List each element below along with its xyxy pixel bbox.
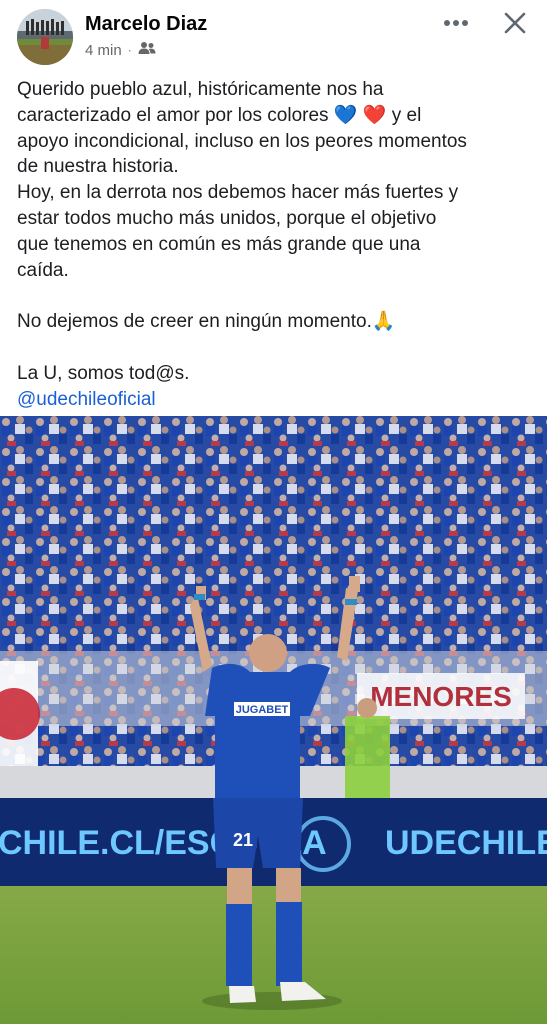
ad-board-right-text: UDECHILE.CL/ — [385, 824, 547, 862]
text-span: No dejemos de creer en ningún momento. — [17, 311, 372, 333]
post-text: Querido pueblo azul, históricamente nos … — [17, 77, 537, 412]
blue-heart-emoji: 💙 — [333, 104, 358, 126]
text-line: apoyo incondicional, incluso en los peor… — [17, 130, 467, 152]
avatar[interactable] — [17, 9, 73, 65]
author-name[interactable]: Marcelo Diaz — [85, 13, 207, 36]
close-icon — [504, 12, 526, 34]
shirt-sponsor-text: JUGABET — [236, 704, 289, 716]
text-span: y el — [391, 104, 422, 126]
more-icon — [444, 20, 468, 26]
text-line: que tenemos en común es más grande que u… — [17, 233, 421, 255]
close-button[interactable] — [499, 8, 531, 38]
more-options-button[interactable] — [440, 8, 472, 38]
shorts-number-text: 21 — [233, 830, 253, 850]
mention-link[interactable]: @udechileoficial — [17, 387, 537, 413]
post-header: Marcelo Diaz 4 min · — [0, 0, 547, 70]
praying-hands-emoji: 🙏 — [371, 311, 396, 333]
post-time[interactable]: 4 min — [85, 42, 122, 59]
post-meta: 4 min · — [85, 41, 156, 59]
text-line: de nuestra historia. — [17, 156, 179, 178]
text-span: caracterizado el amor por los colores — [17, 104, 329, 126]
text-line: Querido pueblo azul, históricamente nos … — [17, 79, 384, 100]
text-line: Hoy, en la derrota nos debemos hacer más… — [17, 182, 459, 204]
menores-banner-text: MENORES — [370, 681, 512, 712]
text-line: La U, somos tod@s. — [17, 362, 190, 384]
text-line: No dejemos de creer en ningún momento.🙏 — [17, 309, 537, 335]
separator-dot: · — [127, 43, 132, 57]
red-heart-emoji: ❤️ — [362, 104, 387, 126]
text-line: estar todos mucho más unidos, porque el … — [17, 207, 437, 229]
text-line: caída. — [17, 259, 69, 281]
text-line: caracterizado el amor por los colores 💙 … — [17, 103, 537, 129]
friends-icon[interactable] — [138, 41, 156, 59]
post-photo[interactable]: MENORES CHILE.CL/ESCUELA UDECHILE.CL/ JU… — [0, 416, 547, 1024]
